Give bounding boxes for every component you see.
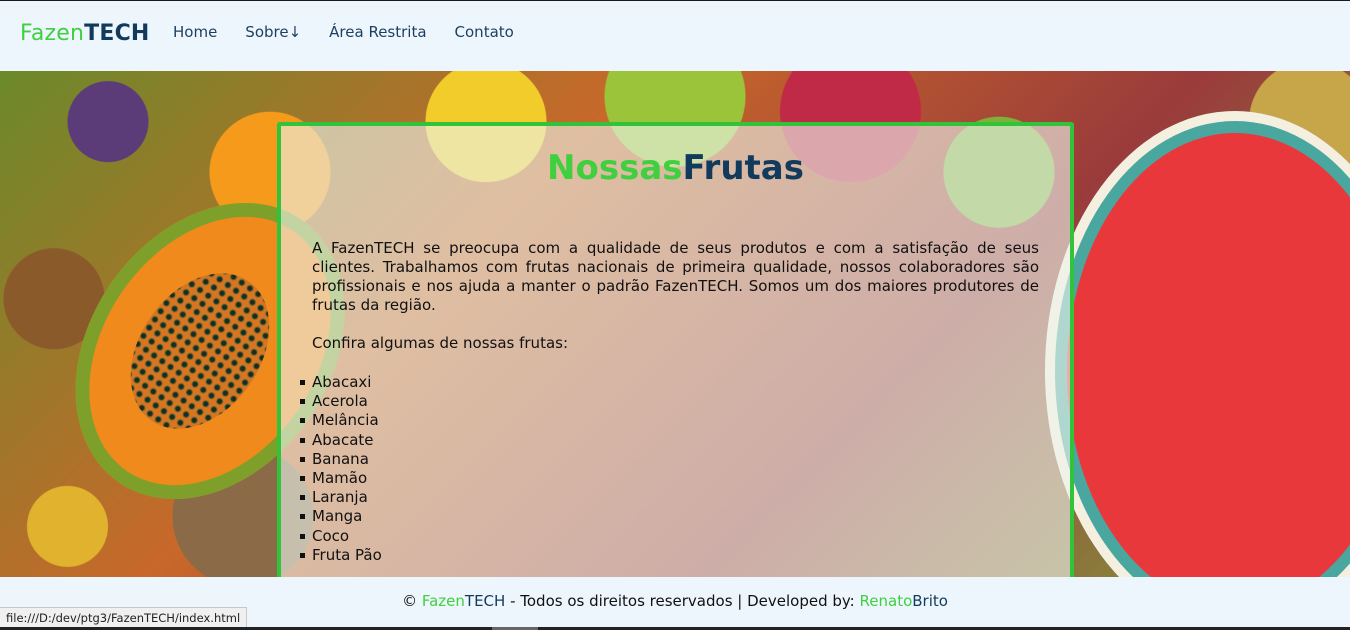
list-item: Banana: [300, 450, 382, 469]
site-header: FazenTECH Home Sobre↓ Área Restrita Cont…: [0, 0, 1350, 71]
logo-text-part1: Fazen: [20, 21, 85, 46]
footer-brand-part1: Fazen: [421, 592, 465, 610]
list-item: Laranja: [300, 488, 382, 507]
list-item: Fruta Pão: [300, 545, 382, 564]
list-item: Mamão: [300, 469, 382, 488]
list-item: Coco: [300, 527, 382, 546]
watermelon-illustration: [1045, 111, 1350, 577]
title-part1: Nossas: [547, 148, 683, 188]
browser-status-url: file:///D:/dev/ptg3/FazenTECH/index.html: [0, 607, 248, 629]
title-part2: Frutas: [682, 148, 804, 188]
list-item: Acerola: [300, 392, 382, 411]
intro-paragraph: A FazenTECH se preocupa com a qualidade …: [312, 239, 1039, 314]
list-intro: Confira algumas de nossas frutas:: [312, 334, 569, 352]
main-nav: Home Sobre↓ Área Restrita Contato: [173, 23, 542, 41]
footer-dev-part2[interactable]: Brito: [912, 592, 948, 610]
nav-area-restrita[interactable]: Área Restrita: [329, 23, 426, 41]
copyright-symbol: ©: [402, 592, 418, 610]
page-title: NossasFrutas: [281, 148, 1070, 188]
list-item: Abacaxi: [300, 373, 382, 392]
logo-text-part2: TECH: [84, 21, 150, 46]
nav-home[interactable]: Home: [173, 23, 217, 41]
footer-brand-part2: TECH: [464, 592, 506, 610]
list-item: Manga: [300, 507, 382, 526]
footer-rights-text: - Todos os direitos reservados | Develop…: [505, 592, 860, 610]
nav-contato[interactable]: Contato: [455, 23, 514, 41]
footer-dev-part1[interactable]: Renato: [860, 592, 913, 610]
nav-sobre-dropdown[interactable]: Sobre↓: [245, 23, 301, 41]
site-logo[interactable]: FazenTECH: [20, 21, 150, 46]
fruits-content-panel: NossasFrutas A FazenTECH se preocupa com…: [277, 122, 1074, 592]
list-item: Melância: [300, 411, 382, 430]
fruit-list: Abacaxi Acerola Melância Abacate Banana …: [300, 373, 382, 565]
list-item: Abacate: [300, 431, 382, 450]
